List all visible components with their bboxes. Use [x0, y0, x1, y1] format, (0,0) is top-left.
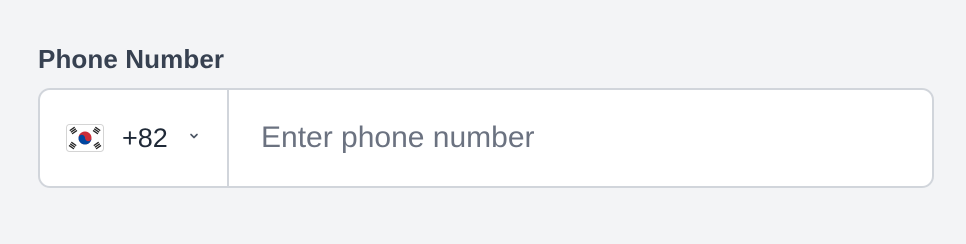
- phone-number-field-group: +82: [38, 88, 934, 188]
- phone-number-input[interactable]: [229, 90, 932, 186]
- south-korea-flag-icon: [66, 124, 104, 152]
- dial-code: +82: [122, 122, 168, 153]
- chevron-down-icon: [188, 130, 200, 142]
- country-code-select[interactable]: +82: [40, 90, 229, 186]
- phone-number-label: Phone Number: [38, 44, 225, 74]
